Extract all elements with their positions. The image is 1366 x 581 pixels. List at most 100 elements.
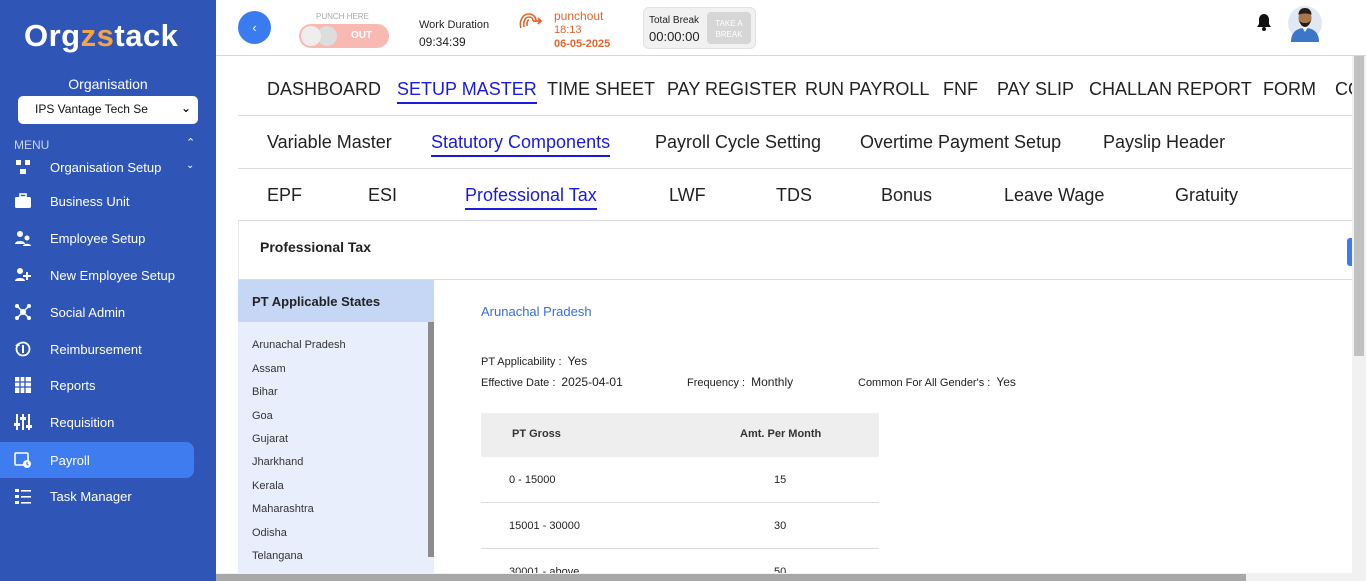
menu-label: MENU	[14, 138, 50, 152]
state-item-bihar[interactable]: Bihar	[252, 386, 278, 398]
tab-gratuity[interactable]: Gratuity	[1175, 185, 1238, 208]
scrollbar-thumb[interactable]	[1354, 56, 1364, 356]
tasks-icon	[15, 489, 31, 504]
tab-leave-wage[interactable]: Leave Wage	[1004, 185, 1104, 208]
punchout-label: punchout	[554, 9, 604, 23]
sidebar-item-business-unit[interactable]: Business Unit	[0, 183, 194, 219]
sidebar-item-label: Organisation Setup	[50, 160, 162, 175]
table-header: PT Gross Amt. Per Month	[481, 413, 879, 457]
briefcase-icon	[15, 193, 31, 208]
tab-payroll-cycle-setting[interactable]: Payroll Cycle Setting	[655, 132, 821, 155]
tab-lwf[interactable]: LWF	[669, 185, 706, 208]
punchout-time: 18:13	[554, 24, 582, 36]
table-row: 15001 - 30000 30	[481, 503, 879, 549]
sidebar-item-employee-setup[interactable]: Employee Setup	[0, 220, 194, 256]
sidebar-item-organisation-setup[interactable]: Organisation Setup ⌄	[0, 152, 194, 185]
sidebar-item-label: Social Admin	[50, 305, 126, 320]
avatar[interactable]	[1288, 5, 1322, 42]
fingerprint-icon	[519, 13, 542, 29]
amount-cell: 15	[774, 474, 787, 486]
tab-overtime-payment-setup[interactable]: Overtime Payment Setup	[860, 132, 1061, 155]
state-item-maharashtra[interactable]: Maharashtra	[252, 503, 314, 515]
sidebar-item-label: Task Manager	[50, 489, 132, 504]
sidebar-item-label: Requisition	[50, 415, 115, 430]
sidebar-item-label: Payroll	[50, 453, 90, 468]
pt-applicability: PT Applicability : Yes	[481, 354, 587, 368]
tab-epf[interactable]: EPF	[267, 185, 302, 208]
state-item-odisha[interactable]: Odisha	[252, 527, 287, 539]
punchout-date: 06-05-2025	[554, 38, 611, 50]
scrollbar-thumb[interactable]	[216, 574, 1246, 581]
tab-time-sheet[interactable]: TIME SHEET	[547, 79, 655, 102]
pt-gross-cell: 0 - 15000	[509, 474, 556, 486]
refund-icon	[15, 341, 31, 357]
sidebar-item-social-admin[interactable]: Social Admin	[0, 294, 194, 330]
chevron-up-icon[interactable]: ⌃	[186, 136, 195, 149]
tab-statutory-components[interactable]: Statutory Components	[431, 132, 611, 157]
bell-icon[interactable]	[1256, 13, 1272, 31]
tab-esi[interactable]: ESI	[368, 185, 397, 208]
sidebar: Orgzstack Organisation IPS Vantage Tech …	[0, 0, 216, 581]
effective-date: Effective Date : 2025-04-01	[481, 375, 623, 389]
sidebar-item-label: Employee Setup	[50, 231, 146, 246]
table-row: 0 - 15000 15	[481, 457, 879, 503]
state-item-goa[interactable]: Goa	[252, 410, 273, 422]
state-item-assam[interactable]: Assam	[252, 363, 286, 375]
sidebar-item-reimbursement[interactable]: Reimbursement	[0, 331, 194, 367]
tab-bonus[interactable]: Bonus	[881, 185, 932, 208]
tab-pay-register[interactable]: PAY REGISTER	[667, 79, 797, 102]
sliders-icon	[14, 414, 32, 430]
take-break-button[interactable]: TAKE A BREAK	[707, 12, 751, 44]
amount-cell: 30	[774, 520, 787, 532]
page-vertical-scrollbar[interactable]	[1352, 56, 1366, 581]
tab-fnf[interactable]: FNF	[943, 79, 978, 102]
tab-challan-report[interactable]: CHALLAN REPORT	[1089, 79, 1252, 102]
tab-professional-tax[interactable]: Professional Tax	[465, 185, 597, 210]
states-panel: PT Applicable States Arunachal Pradesh A…	[238, 280, 434, 581]
sidebar-item-payroll[interactable]: Payroll	[0, 442, 194, 478]
sidebar-item-requisition[interactable]: Requisition	[0, 404, 194, 440]
work-duration-label: Work Duration	[419, 19, 490, 31]
user-add-icon	[15, 268, 31, 281]
tab-pay-slip[interactable]: PAY SLIP	[997, 79, 1074, 102]
tab-run-payroll[interactable]: RUN PAYROLL	[805, 79, 929, 102]
state-item-gujarat[interactable]: Gujarat	[252, 433, 288, 445]
app-logo[interactable]: Orgzstack	[24, 18, 178, 54]
tab-tds[interactable]: TDS	[776, 185, 812, 208]
network-icon	[15, 304, 31, 320]
pt-gross-cell: 15001 - 30000	[509, 520, 580, 532]
take-break-line2: BREAK	[715, 30, 743, 39]
work-duration-value: 09:34:39	[419, 35, 466, 49]
total-break-label: Total Break	[649, 15, 700, 26]
state-item-kerala[interactable]: Kerala	[252, 480, 284, 492]
organisation-select[interactable]: IPS Vantage Tech Se ⌄	[18, 96, 198, 124]
tab-dashboard[interactable]: DASHBOARD	[267, 79, 381, 102]
selected-state-title: Arunachal Pradesh	[481, 304, 592, 319]
punch-toggle[interactable]: OUT	[299, 24, 389, 48]
states-scrollbar[interactable]	[428, 322, 434, 557]
chevron-down-icon: ⌄	[186, 160, 195, 171]
sidebar-item-label: Reimbursement	[50, 342, 142, 357]
punch-label: PUNCH HERE	[316, 12, 369, 21]
tab-variable-master[interactable]: Variable Master	[267, 132, 392, 155]
state-item-arunachal-pradesh[interactable]: Arunachal Pradesh	[252, 339, 346, 351]
sidebar-item-task-manager[interactable]: Task Manager	[0, 478, 194, 514]
sidebar-item-new-employee-setup[interactable]: New Employee Setup	[0, 257, 194, 293]
take-break-line1: TAKE A	[715, 19, 743, 28]
tab-setup-master[interactable]: SETUP MASTER	[397, 79, 537, 104]
chevron-left-icon: ‹	[252, 20, 257, 35]
state-item-telangana[interactable]: Telangana	[252, 550, 303, 562]
sidebar-item-label: Reports	[50, 378, 96, 393]
total-break-box: Total Break 00:00:00 TAKE A BREAK	[643, 7, 756, 49]
setup-tab-bar: Variable Master Statutory Components Pay…	[238, 116, 1352, 169]
tab-form[interactable]: FORM	[1263, 79, 1316, 102]
sidebar-item-reports[interactable]: Reports	[0, 367, 194, 403]
users-icon	[15, 231, 31, 246]
page-horizontal-scrollbar[interactable]	[216, 573, 1366, 581]
tab-co[interactable]: CO	[1335, 79, 1352, 102]
gender-label: Common For All Gender's :	[858, 377, 991, 389]
total-break-value: 00:00:00	[649, 29, 700, 44]
state-item-jharkhand[interactable]: Jharkhand	[252, 456, 303, 468]
tab-payslip-header[interactable]: Payslip Header	[1103, 132, 1225, 155]
back-button[interactable]: ‹	[238, 11, 271, 44]
